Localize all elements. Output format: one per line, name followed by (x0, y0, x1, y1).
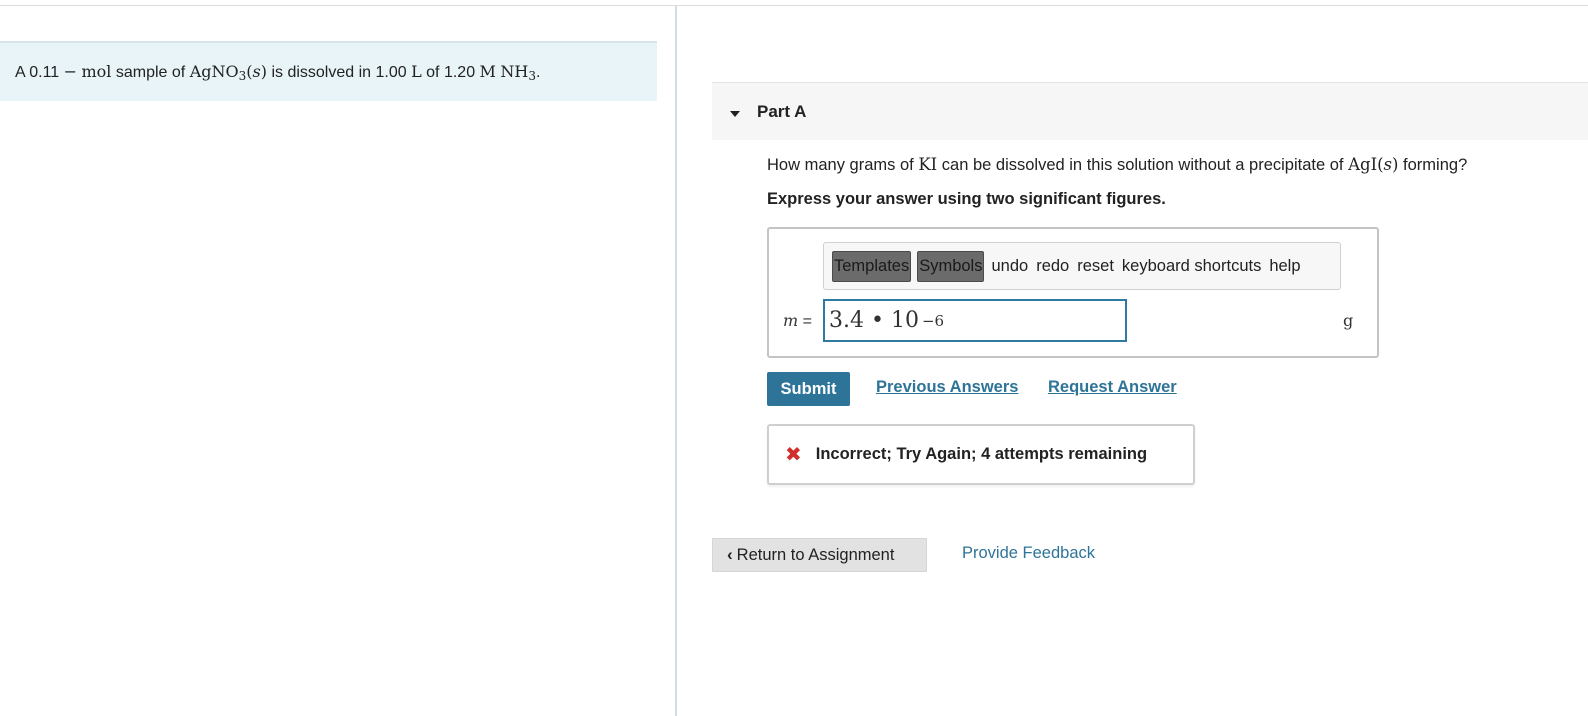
reset-button[interactable]: reset (1076, 257, 1115, 276)
part-a-header[interactable]: Part A (712, 82, 1588, 140)
question-text: How many grams of KI can be dissolved in… (767, 155, 1468, 174)
top-divider (0, 5, 1588, 6)
column-divider (675, 6, 677, 716)
return-to-assignment-button[interactable]: ‹ Return to Assignment (712, 538, 927, 572)
collapse-caret-icon[interactable] (730, 110, 740, 117)
answer-instruction: Express your answer using two significan… (767, 190, 1166, 208)
help-button[interactable]: help (1268, 257, 1301, 276)
feedback-message: ✖ Incorrect; Try Again; 4 attempts remai… (767, 424, 1195, 485)
previous-answers-link[interactable]: Previous Answers (876, 378, 1018, 397)
keyboard-shortcuts-button[interactable]: keyboard shortcuts (1121, 257, 1262, 276)
answer-panel: Templates Symbols undo redo reset keyboa… (767, 227, 1379, 358)
submit-button[interactable]: Submit (767, 372, 850, 406)
redo-button[interactable]: redo (1035, 257, 1070, 276)
answer-variable-label: m = (783, 311, 812, 330)
feedback-text: Incorrect; Try Again; 4 attempts remaini… (815, 445, 1148, 463)
answer-exponent: −6 (921, 311, 945, 330)
symbols-button[interactable]: Symbols (917, 250, 985, 282)
part-title: Part A (757, 101, 807, 121)
problem-intro: A 0.11 − mol sample of AgNO3(s) is disso… (0, 41, 657, 101)
templates-button[interactable]: Templates (832, 250, 912, 282)
undo-button[interactable]: undo (990, 257, 1029, 276)
answer-mantissa: 3.4 • 10 (829, 308, 919, 333)
chevron-left-icon: ‹ (727, 545, 733, 564)
return-label: Return to Assignment (736, 545, 895, 564)
intro-text: A 0.11 − mol sample of AgNO3(s) is disso… (15, 61, 541, 83)
answer-unit: g (1343, 311, 1354, 330)
request-answer-link[interactable]: Request Answer (1048, 378, 1177, 397)
answer-input[interactable]: 3.4 • 10 −6 (823, 299, 1127, 342)
provide-feedback-link[interactable]: Provide Feedback (962, 544, 1095, 563)
error-x-icon: ✖ (785, 443, 802, 466)
math-toolbar: Templates Symbols undo redo reset keyboa… (823, 242, 1341, 290)
